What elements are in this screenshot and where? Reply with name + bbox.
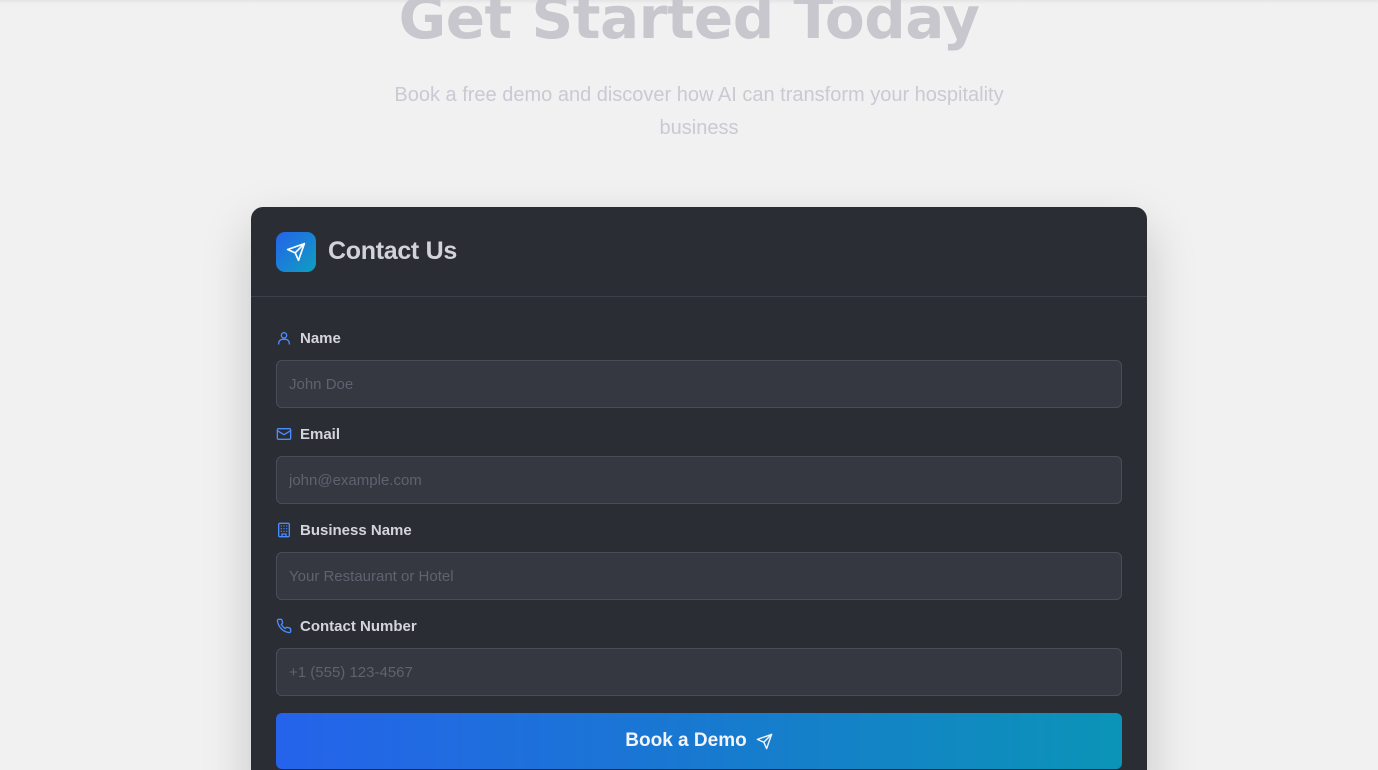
contact-number-input[interactable] [276,648,1122,696]
contact-form-card: Contact Us Name Email [251,207,1147,770]
name-field-group: Name [276,328,1122,408]
email-field-group: Email [276,424,1122,504]
send-icon [756,733,773,750]
business-name-input[interactable] [276,552,1122,600]
building-icon [276,522,292,538]
book-demo-button[interactable]: Book a Demo [276,713,1122,769]
user-icon [276,330,292,346]
name-label-text: Name [300,329,341,347]
hero-title: Get Started Today [398,0,980,52]
business-name-label-text: Business Name [300,521,412,539]
mail-icon [276,426,292,442]
business-name-field-group: Business Name [276,520,1122,600]
email-label-text: Email [300,425,341,443]
phone-icon [276,618,292,634]
send-icon [276,231,316,272]
hero-subtitle: Book a free demo and discover how AI can… [394,84,1004,139]
email-input[interactable] [276,456,1122,504]
contact-number-label-text: Contact Number [300,617,417,635]
book-demo-label: Book a Demo [625,730,747,751]
name-input[interactable] [276,360,1122,408]
business-name-label: Business Name [276,520,1122,540]
name-label: Name [276,328,1122,348]
card-header: Contact Us [251,207,1147,297]
contact-number-field-group: Contact Number [276,616,1122,696]
card-title: Contact Us [328,237,457,265]
contact-number-label: Contact Number [276,616,1122,636]
email-label: Email [276,424,1122,444]
